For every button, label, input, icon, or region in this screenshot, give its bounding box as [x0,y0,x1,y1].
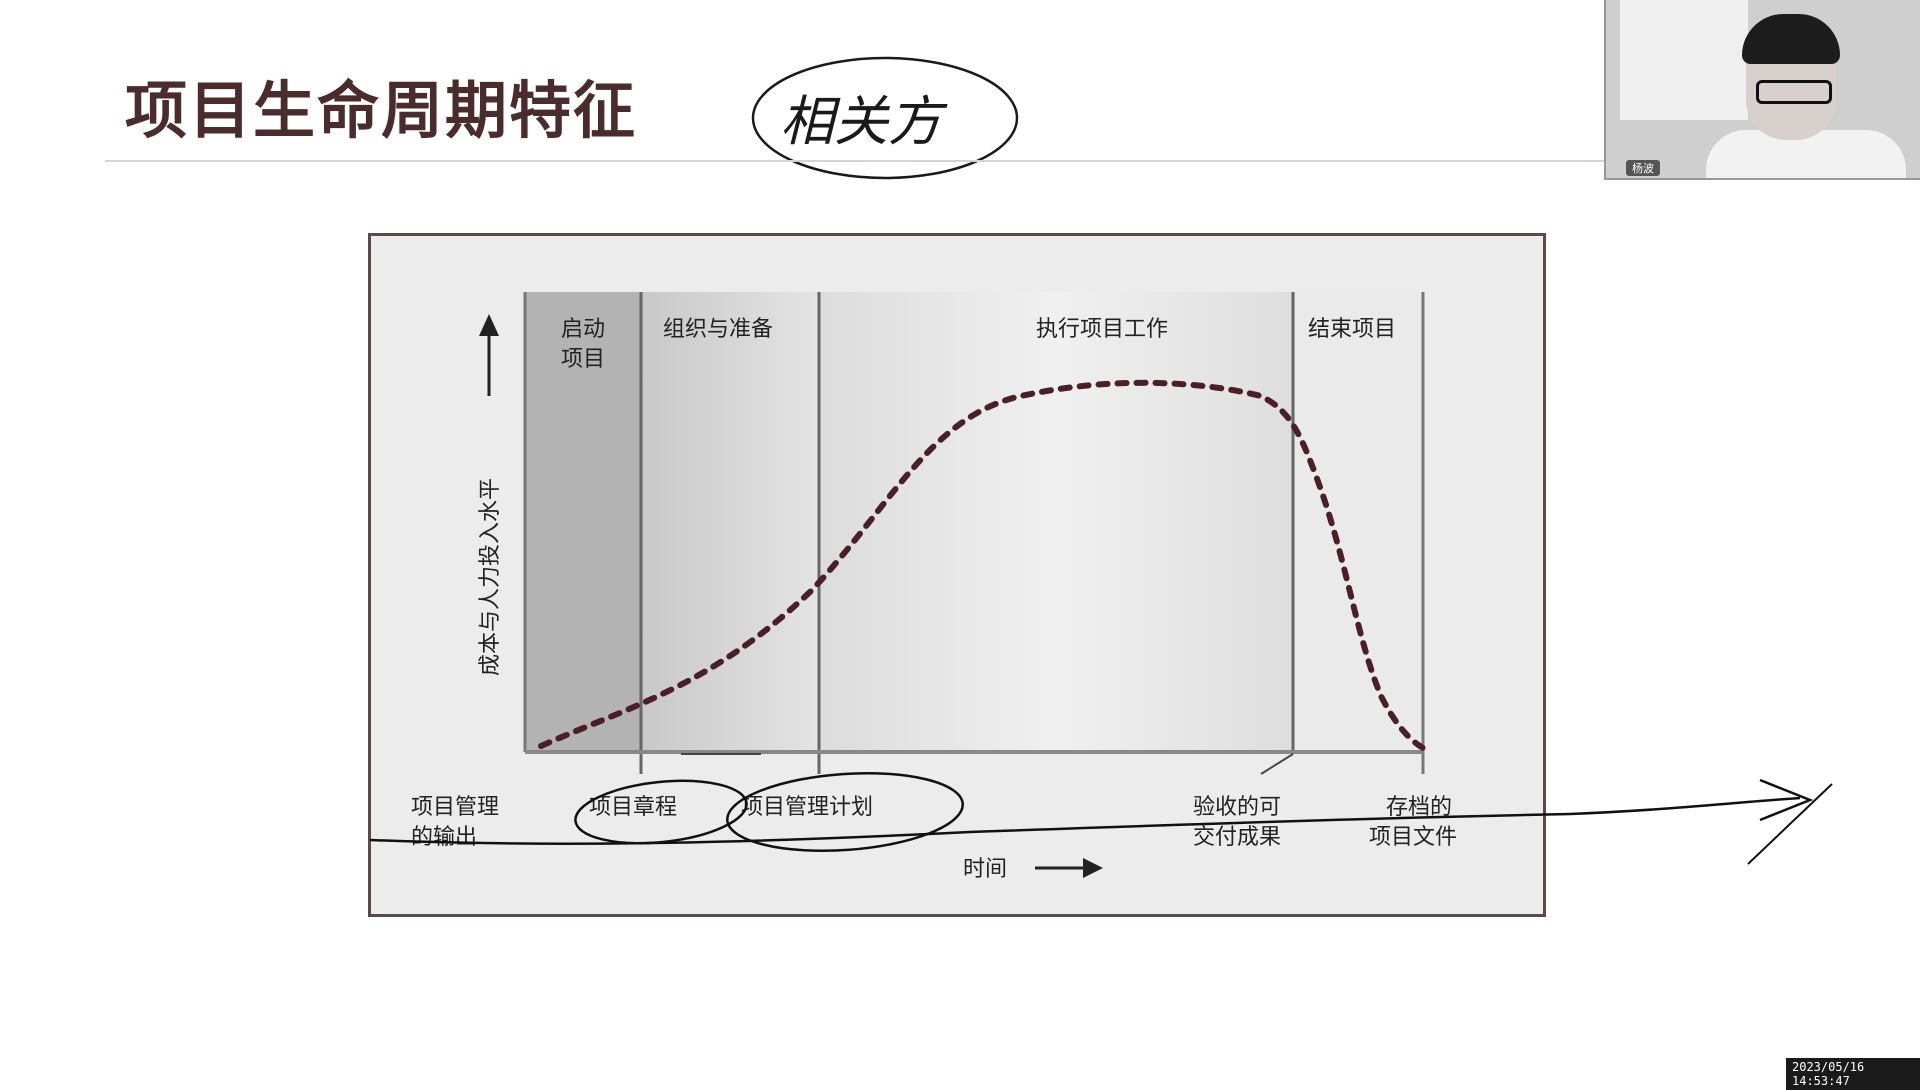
webcam-person-glasses [1756,80,1832,104]
phase-label-close: 结束项目 [1308,317,1396,342]
handwritten-note-text: 相关方 [780,90,948,153]
y-axis-arrowhead [479,314,499,336]
phase-label-organize: 组织与准备 [663,317,773,342]
handwritten-timeline-arrow [370,778,1833,865]
phase-label-execute: 执行项目工作 [1036,317,1168,342]
webcam-person-hair [1742,14,1840,64]
phase-label-initiate-2: 项目 [561,347,605,372]
slide-title: 项目生命周期特征 [125,74,638,147]
phase-label-initiate-1: 启动 [561,317,605,342]
timestamp: 2023/05/16 14:53:47 [1786,1058,1920,1090]
title-divider [105,160,1605,162]
phase-region-execute [819,292,1293,752]
webcam-background-window [1620,0,1748,120]
webcam-name-tag: 杨波 [1626,160,1660,176]
phase-region-close [1293,292,1423,752]
handwritten-note-annotation: 相关方 [751,56,1019,180]
webcam-overlay: 杨波 [1604,0,1920,180]
y-axis-label: 成本与人力投入水平 [478,478,503,676]
phase-region-organize [641,292,819,752]
